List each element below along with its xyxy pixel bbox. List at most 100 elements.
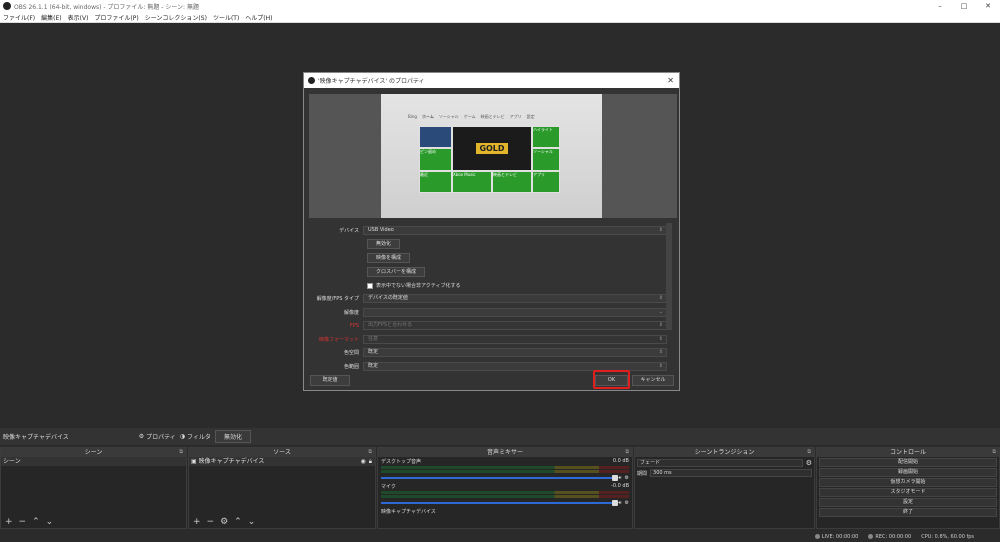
undock-icon[interactable]: ⧉	[625, 448, 629, 457]
resolution-select[interactable]: ⌄	[363, 308, 667, 317]
colorspace-value: 既定	[368, 349, 379, 355]
rec-status: REC: 00:00:00	[868, 533, 911, 540]
sources-panel: ソース ⧉ ▣ 映像キャプチャデバイス ◉ 🔒︎ + − ⚙ ⌃ ⌄	[188, 447, 376, 529]
res-type-row: 解像度/FPS タイプ デバイスの既定値 ⇕	[309, 293, 667, 304]
device-row: デバイス USB Video ⇕	[309, 225, 667, 236]
spin-icon: ⇕	[658, 336, 663, 342]
preview-tile: ハイライト	[532, 126, 560, 148]
preview-tile-label: 最近	[420, 172, 428, 177]
dialog-close-icon[interactable]: ✕	[667, 76, 674, 85]
fps-row: FPS 出力FPSと合わせる ⇕	[309, 320, 667, 331]
eye-icon[interactable]: ◉	[361, 457, 366, 466]
preview-tile-label: Xbox Music	[453, 172, 476, 177]
gear-icon[interactable]: ⚙	[625, 500, 629, 506]
preview-tile	[419, 126, 452, 148]
properties-scrollbar[interactable]	[666, 223, 672, 330]
sources-footer: + − ⚙ ⌃ ⌄	[189, 516, 375, 528]
add-icon[interactable]: +	[5, 517, 13, 527]
preview-tile: アプリ	[532, 171, 560, 193]
remove-icon[interactable]: −	[19, 517, 27, 527]
menu-profile[interactable]: プロファイル(P)	[94, 13, 138, 22]
menu-help[interactable]: ヘルプ(H)	[245, 13, 272, 22]
selected-source-name: 映像キャプチャデバイス	[3, 434, 69, 441]
menu-tools[interactable]: ツール(T)	[213, 13, 239, 22]
deactivate-checkbox-label: 表示中でない場合非アクティブ化する	[376, 283, 461, 289]
defaults-button[interactable]: 既定値	[310, 375, 350, 386]
channel-db: 0.0 dB	[612, 458, 629, 464]
remove-icon[interactable]: −	[207, 517, 215, 527]
move-up-icon[interactable]: ⌃	[32, 517, 40, 527]
volume-slider[interactable]	[381, 500, 619, 506]
start-streaming-button[interactable]: 配信開始	[819, 458, 997, 467]
colorspace-select[interactable]: 既定 ⇕	[363, 348, 667, 357]
controls-header: コントロール ⧉	[817, 448, 999, 457]
configure-video-button[interactable]: 映像を構成	[367, 253, 411, 263]
minimize-button[interactable]: –	[928, 2, 952, 10]
menu-file[interactable]: ファイル(F)	[3, 13, 35, 22]
preview-nav-item: ソーシャル	[438, 114, 459, 119]
channel-name: デスクトップ音声	[381, 459, 422, 465]
undock-icon[interactable]: ⧉	[368, 448, 372, 457]
preview-tile: 映画とテレビ	[492, 171, 532, 193]
preview-tile-label: ハイライト	[533, 127, 553, 132]
res-type-select[interactable]: デバイスの既定値 ⇕	[363, 294, 667, 303]
source-item[interactable]: ▣ 映像キャプチャデバイス ◉ 🔒︎	[189, 457, 375, 466]
move-up-icon[interactable]: ⌃	[234, 517, 242, 527]
lock-icon[interactable]: 🔒︎	[369, 457, 372, 466]
volume-slider[interactable]	[381, 475, 619, 481]
speaker-icon[interactable]: 🔊︎	[618, 500, 621, 506]
preview-gold-tile: GOLD	[452, 126, 532, 171]
transition-select[interactable]: フェード	[637, 459, 803, 467]
scenes-title: シーン	[84, 449, 103, 456]
spin-icon: ⇕	[658, 322, 663, 328]
gear-icon[interactable]: ⚙	[220, 517, 228, 527]
start-virtual-camera-button[interactable]: 仮想カメラ開始	[819, 478, 997, 487]
preview-nav-item: ホーム	[421, 114, 434, 119]
fps-value: 出力FPSと合わせる	[368, 322, 413, 328]
filters-button[interactable]: ◑ フィルタ	[180, 432, 211, 441]
mixer-channel: デスクトップ音声 0.0 dB 🔊︎ ⚙	[378, 457, 632, 482]
deactivate-checkbox-row[interactable]: 表示中でない場合非アクティブ化する	[367, 280, 667, 291]
close-button[interactable]: ✕	[976, 2, 1000, 10]
add-icon[interactable]: +	[193, 517, 201, 527]
duration-input[interactable]: 300 ms	[650, 469, 812, 477]
channel-name: 映像キャプチャデバイス	[381, 509, 436, 515]
gear-icon[interactable]: ⚙	[806, 459, 812, 467]
undock-icon[interactable]: ⧉	[179, 448, 183, 457]
start-recording-button[interactable]: 録画開始	[819, 468, 997, 477]
exit-button[interactable]: 終了	[819, 508, 997, 517]
deactivate-button[interactable]: 無効化	[214, 430, 251, 443]
device-select[interactable]: USB Video ⇕	[363, 226, 667, 235]
audio-mixer-panel: 音声ミキサー ⧉ デスクトップ音声 0.0 dB 🔊︎ ⚙ マイク -0.0 dB 🔊︎…	[377, 447, 633, 529]
maximize-button[interactable]: □	[952, 2, 976, 10]
properties-button[interactable]: ⚙ プロパティ	[139, 432, 176, 441]
fps-select[interactable]: 出力FPSと合わせる ⇕	[363, 321, 667, 330]
preview-tile-label: アプリ	[533, 172, 545, 177]
dialog-title-bar: '映像キャプチャデバイス' のプロパティ ✕	[304, 73, 679, 88]
properties-form: デバイス USB Video ⇕ 無効化 映像を構成 クロスバーを構成 表示中でな…	[309, 223, 667, 373]
preview-nav-item: ゲーム	[463, 114, 476, 119]
checkbox[interactable]	[367, 282, 373, 289]
move-down-icon[interactable]: ⌄	[46, 517, 54, 527]
obs-logo-icon	[3, 2, 11, 10]
live-status: LIVE: 00:00:00	[814, 533, 858, 540]
cancel-button[interactable]: キャンセル	[632, 375, 674, 386]
speaker-icon[interactable]: 🔊︎	[618, 475, 621, 481]
menu-view[interactable]: 表示(V)	[68, 13, 89, 22]
settings-button[interactable]: 設定	[819, 498, 997, 507]
menu-edit[interactable]: 編集(E)	[41, 13, 61, 22]
studio-mode-button[interactable]: スタジオモード	[819, 488, 997, 497]
configure-crossbar-button[interactable]: クロスバーを構成	[367, 267, 426, 277]
deactivate-device-button[interactable]: 無効化	[367, 239, 401, 249]
undock-icon[interactable]: ⧉	[992, 448, 996, 457]
undock-icon[interactable]: ⧉	[807, 448, 811, 457]
transitions-header: シーントランジション ⧉	[635, 448, 814, 457]
menu-scene-collection[interactable]: シーンコレクション(S)	[145, 13, 207, 22]
gear-icon[interactable]: ⚙	[625, 475, 629, 481]
chevron-down-icon: ⌄	[658, 309, 663, 315]
move-down-icon[interactable]: ⌄	[248, 517, 256, 527]
scene-item[interactable]: シーン	[1, 457, 186, 466]
format-row: 映像フォーマット 任意 ⇕	[309, 334, 667, 345]
res-type-value: デバイスの既定値	[368, 295, 408, 301]
format-select[interactable]: 任意 ⇕	[363, 335, 667, 344]
